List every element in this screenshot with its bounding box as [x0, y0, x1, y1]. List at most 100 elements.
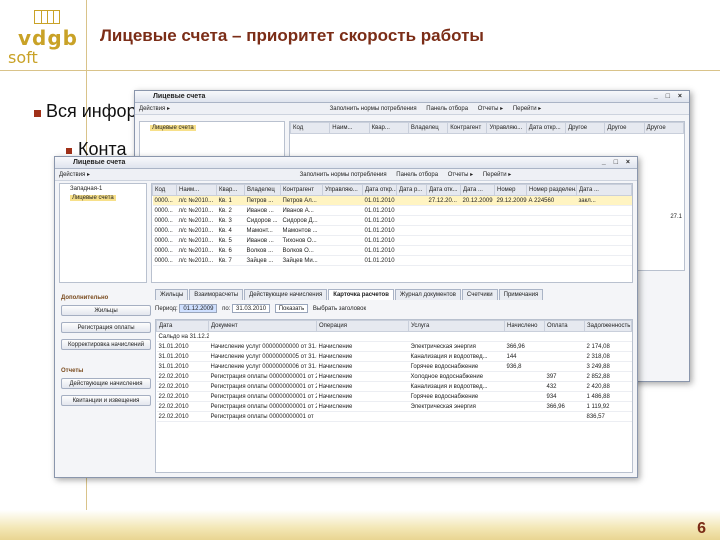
receipts-button[interactable]: Квитанции и извещения	[61, 395, 151, 406]
ledger-row[interactable]: 22.02.2010 Регистрация оплаты 00000000001…	[156, 381, 632, 392]
bullet-marker	[66, 148, 72, 154]
ledger-row[interactable]: 22.02.2010 Регистрация оплаты 00000000001…	[156, 371, 632, 382]
column-header[interactable]: Операция	[316, 320, 409, 332]
tab-documents[interactable]: Журнал документов	[394, 289, 461, 300]
column-header[interactable]: Контрагент	[447, 122, 488, 134]
column-header[interactable]: Номер	[494, 184, 527, 196]
toolbar-item[interactable]: Перейти ▸	[513, 106, 541, 112]
period-filter: Период: 01.12.2009 по: 31.03.2010 Показа…	[155, 303, 633, 315]
column-header[interactable]: Контрагент	[280, 184, 323, 196]
tab-meters[interactable]: Счетчики	[461, 289, 498, 300]
table-cell	[544, 361, 585, 372]
ledger-row[interactable]: 22.02.2010 Регистрация оплаты 00000000001…	[156, 391, 632, 402]
toolbar-item[interactable]: Действия ▸	[59, 172, 90, 178]
tab-account-card[interactable]: Карточка расчетов	[328, 289, 394, 300]
table-cell	[426, 245, 461, 256]
toolbar-item[interactable]: Заполнить нормы потребления	[300, 172, 387, 178]
column-header[interactable]: Код	[290, 122, 331, 134]
table-cell	[426, 235, 461, 246]
ledger-row[interactable]: 22.02.2010 Регистрация оплаты 00000000001…	[156, 401, 632, 412]
period-to-input[interactable]: 31.03.2010	[232, 304, 271, 313]
column-header[interactable]: Другое	[604, 122, 645, 134]
table-cell: л/с №2010...	[176, 195, 217, 206]
toolbar-item[interactable]: Панель отбора	[426, 106, 468, 112]
toolbar-item[interactable]: Заполнить нормы потребления	[330, 106, 417, 112]
table-cell: 01.01.2010	[362, 195, 397, 206]
window-controls[interactable]: _ □ ×	[654, 91, 685, 103]
column-header[interactable]: Владелец	[244, 184, 281, 196]
column-header[interactable]: Другое	[565, 122, 606, 134]
toolbar-item[interactable]: Отчеты ▸	[448, 172, 473, 178]
column-header[interactable]: Владелец	[407, 122, 449, 134]
column-header[interactable]: Квар...	[368, 122, 409, 134]
table-cell	[460, 255, 495, 266]
column-header[interactable]: Дата р...	[396, 184, 427, 196]
ledger-row[interactable]: 31.01.2010 Начисление услуг 00000000005 о…	[156, 351, 632, 362]
window-titlebar: Лицевые счета _ □ ×	[135, 91, 689, 103]
table-row[interactable]: 0000... л/с №2010... Кв. 3 Сидоров ... Сидор…	[152, 215, 632, 226]
ledger-row[interactable]: Сальдо на 31.12.2009	[156, 331, 632, 342]
table-row[interactable]: 0000... л/с №2010... Кв. 2 Иванов ... Иванов…	[152, 205, 632, 216]
column-header[interactable]: Дата	[156, 320, 209, 332]
column-header[interactable]: Начислено	[504, 320, 545, 332]
ledger-row[interactable]: 31.01.2010 Начисление услуг 00000000006 о…	[156, 361, 632, 372]
table-row[interactable]: 0000... л/с №2010... Кв. 7 Зайцев ... Зайцев…	[152, 255, 632, 266]
window-titlebar: Лицевые счета _ □ ×	[55, 157, 637, 169]
table-row[interactable]: 0000... л/с №2010... Кв. 4 Мамонт... Мамонто…	[152, 225, 632, 236]
table-cell: 01.01.2010	[362, 255, 397, 266]
column-header[interactable]: Дата отк...	[426, 184, 461, 196]
column-header[interactable]: Другое	[643, 122, 684, 134]
table-cell: 934	[544, 391, 585, 402]
ledger-row[interactable]: 31.01.2010 Начисление услуг 00000000000 о…	[156, 341, 632, 352]
column-header[interactable]: Управляю...	[322, 184, 363, 196]
column-header[interactable]: Дата ...	[460, 184, 495, 196]
toolbar-item[interactable]: Панель отбора	[396, 172, 438, 178]
current-charges-button[interactable]: Действующие начисления	[61, 378, 151, 389]
register-payment-button[interactable]: Регистрация оплаты	[61, 322, 151, 333]
table-row[interactable]: 0000... л/с №2010... Кв. 5 Иванов ... Тихоно…	[152, 235, 632, 246]
column-header[interactable]: Задолженность	[584, 320, 632, 332]
column-header[interactable]: Управляю...	[486, 122, 527, 134]
column-header[interactable]: Код	[152, 184, 177, 196]
ledger-row[interactable]: 22.02.2010 Регистрация оплаты 00000000001…	[156, 411, 632, 422]
ledger-table: Дата Документ Операция Услуга Начислено …	[155, 319, 633, 473]
column-header[interactable]: Документ	[208, 320, 317, 332]
table-cell: Кв. 7	[216, 255, 245, 266]
column-header[interactable]: Наим...	[329, 122, 370, 134]
window-controls[interactable]: _ □ ×	[602, 157, 633, 169]
column-header[interactable]: Услуга	[408, 320, 505, 332]
table-cell	[576, 215, 632, 226]
tab-current-charges[interactable]: Действующие начисления	[244, 289, 328, 300]
column-header[interactable]: Наим...	[176, 184, 217, 196]
table-cell: Начисление услуг 00000000000 от 31.01.20…	[208, 341, 317, 352]
table-cell	[494, 245, 527, 256]
adjust-charges-button[interactable]: Корректировка начислений	[61, 339, 151, 350]
table-cell	[526, 225, 577, 236]
column-header[interactable]: Дата откр...	[525, 122, 567, 134]
tree-panel: Западная-1 Лицевые счета	[59, 183, 147, 283]
table-cell	[504, 371, 545, 382]
vdgb-logo: vdgb soft	[4, 4, 82, 70]
column-header[interactable]: Дата ...	[576, 184, 632, 196]
column-header[interactable]: Дата откр...	[362, 184, 397, 196]
show-button[interactable]: Показать	[274, 304, 309, 313]
toolbar-item[interactable]: Перейти ▸	[483, 172, 511, 178]
table-cell: Кв. 4	[216, 225, 245, 236]
tree-item[interactable]: Западная-1	[60, 184, 146, 192]
tree-item-selected[interactable]: Лицевые счета	[70, 195, 116, 201]
column-header[interactable]: Квар...	[216, 184, 245, 196]
tab-settlements[interactable]: Взаиморасчеты	[189, 289, 244, 300]
column-header[interactable]: Оплата	[544, 320, 585, 332]
table-row[interactable]: 0000... л/с №2010... Кв. 1 Петров ... Петров…	[152, 195, 632, 206]
column-header[interactable]: Номер разделен...	[526, 184, 577, 196]
residents-button[interactable]: Жильцы	[61, 305, 151, 316]
tree-item[interactable]: Лицевые счета	[150, 125, 196, 131]
period-from-input[interactable]: 01.12.2009	[179, 304, 218, 313]
tab-notes[interactable]: Примечания	[498, 289, 544, 300]
table-row[interactable]: 0000... л/с №2010... Кв. 6 Волков ... Волков…	[152, 245, 632, 256]
toolbar-item[interactable]: Отчеты ▸	[478, 106, 503, 112]
table-cell	[426, 205, 461, 216]
toolbar-item[interactable]: Действия ▸	[139, 106, 170, 112]
table-cell: л/с №2010...	[176, 225, 217, 236]
tab-residents[interactable]: Жильцы	[155, 289, 189, 300]
